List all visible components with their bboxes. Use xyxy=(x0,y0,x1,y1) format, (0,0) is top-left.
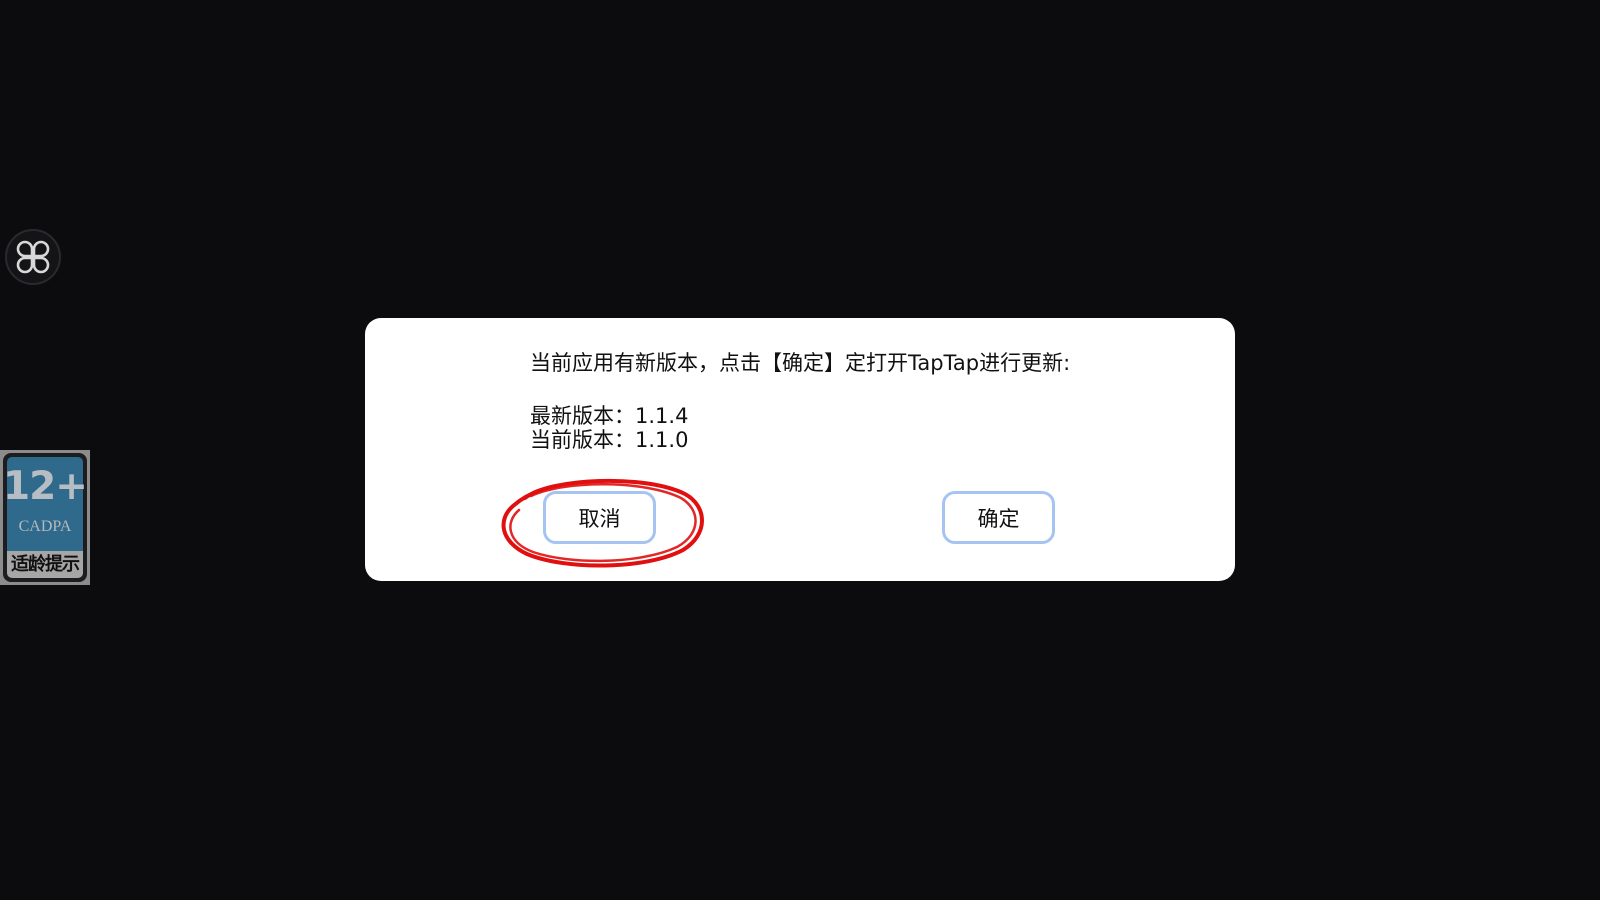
update-message: 当前应用有新版本，点击【确定】定打开TapTap进行更新: xyxy=(530,351,1071,375)
age-rating-number: 12+ xyxy=(3,464,88,509)
update-dialog: 当前应用有新版本，点击【确定】定打开TapTap进行更新: 最新版本：1.1.4… xyxy=(365,318,1235,581)
age-rating-panel: 12+ CADPA xyxy=(3,457,88,551)
age-rating-caption: 适龄提示 xyxy=(7,551,83,578)
clover-menu-icon xyxy=(16,240,50,274)
floating-menu-button[interactable] xyxy=(5,229,61,285)
age-rating-card: 12+ CADPA 适龄提示 xyxy=(3,453,88,582)
current-version-text: 当前版本：1.1.0 xyxy=(530,428,689,452)
age-rating-badge[interactable]: 12+ CADPA 适龄提示 xyxy=(0,450,90,585)
age-rating-org: CADPA xyxy=(18,518,72,535)
cancel-button[interactable]: 取消 xyxy=(543,491,656,544)
confirm-button[interactable]: 确定 xyxy=(942,491,1055,544)
latest-version-text: 最新版本：1.1.4 xyxy=(530,404,689,428)
